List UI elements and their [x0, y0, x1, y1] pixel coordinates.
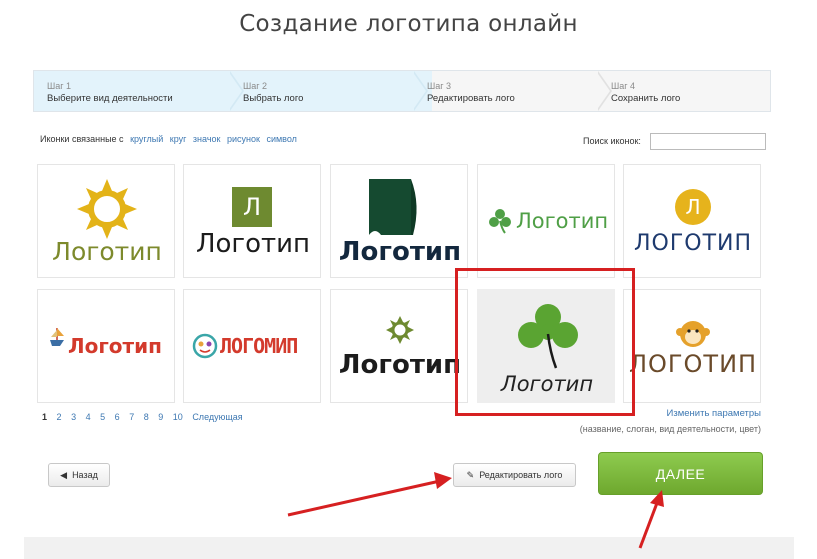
page-title: Создание логотипа онлайн: [239, 11, 578, 37]
change-params-link[interactable]: Изменить параметры: [667, 408, 761, 419]
logo-text: ЛОГОТИП: [628, 350, 758, 378]
logo-tile-3[interactable]: Логотип: [330, 164, 468, 278]
step-3-label: Редактировать лого: [427, 93, 515, 104]
logo-text: Логотип: [68, 334, 162, 358]
filter-tag-badge[interactable]: значок: [193, 134, 221, 144]
step-3[interactable]: Шаг 3 Редактировать лого: [414, 71, 614, 111]
page-next-link[interactable]: Следующая: [192, 412, 242, 422]
arrow-left-icon: ◀: [60, 469, 68, 480]
step-4[interactable]: Шаг 4 Сохранить лого: [598, 71, 770, 111]
page-link[interactable]: 5: [100, 412, 105, 422]
page-current: 1: [42, 412, 48, 422]
icon-search-input[interactable]: [650, 133, 766, 150]
next-button[interactable]: ДАЛЕЕ: [598, 452, 763, 495]
letter-l-circle-icon: Л: [675, 189, 711, 225]
logo-tile-6[interactable]: Логотип: [37, 289, 175, 403]
pencil-icon: ✎: [466, 469, 475, 480]
logo-text: Логотип: [195, 229, 311, 259]
page-link[interactable]: 4: [86, 412, 91, 422]
filter-tag-round[interactable]: круглый: [130, 134, 163, 144]
params-hint: (название, слоган, вид деятельности, цве…: [579, 424, 761, 434]
logo-text: ЛОГОТИП: [633, 231, 753, 256]
pagination: 1 2 3 4 5 6 7 8 9 10 Следующая: [42, 412, 250, 422]
step-divider-arrow: [228, 71, 242, 111]
logo-tile-4[interactable]: Логотип: [477, 164, 615, 278]
step-1-label: Выберите вид деятельности: [47, 93, 173, 104]
page-link[interactable]: 7: [129, 412, 134, 422]
step-4-label: Сохранить лого: [611, 93, 681, 104]
edit-logo-button[interactable]: ✎ Редактировать лого: [453, 463, 576, 487]
step-1-number: Шаг 1: [47, 81, 72, 91]
page-link[interactable]: 6: [115, 412, 120, 422]
step-progress-bar: Шаг 1 Выберите вид деятельности Шаг 2 Вы…: [33, 70, 771, 112]
logo-tile-5[interactable]: Л ЛОГОТИП: [623, 164, 761, 278]
icon-filter: Иконки связанные с круглый круг значок р…: [40, 134, 297, 144]
logo-tile-7[interactable]: ЛОГОМИП: [183, 289, 321, 403]
page-link[interactable]: 3: [71, 412, 76, 422]
step-2[interactable]: Шаг 2 Выбрать лого: [230, 71, 432, 111]
step-2-number: Шаг 2: [243, 81, 268, 91]
page-link[interactable]: 8: [144, 412, 149, 422]
step-4-number: Шаг 4: [611, 81, 636, 91]
monkey-icon: [676, 321, 710, 347]
step-divider-arrow: [596, 71, 610, 111]
back-button-label: Назад: [72, 470, 98, 480]
step-3-number: Шаг 3: [427, 81, 452, 91]
filter-tag-circle[interactable]: круг: [170, 134, 187, 144]
annotation-arrow-edit: [287, 472, 452, 517]
logo-text: Логотип: [516, 209, 609, 233]
page-link[interactable]: 10: [173, 412, 183, 422]
back-button[interactable]: ◀ Назад: [48, 463, 110, 487]
page-link[interactable]: 2: [57, 412, 62, 422]
letter-l-square-icon: Л: [232, 187, 272, 227]
logo-text: Логотип: [52, 237, 162, 266]
step-2-label: Выбрать лого: [243, 93, 304, 104]
logo-text: Логотип: [338, 237, 462, 267]
edit-logo-button-label: Редактировать лого: [479, 470, 563, 480]
page-link[interactable]: 9: [158, 412, 163, 422]
logo-tile-8[interactable]: Логотип: [330, 289, 468, 403]
logo-tile-1[interactable]: Логотип: [37, 164, 175, 278]
icon-search-label: Поиск иконок:: [583, 136, 641, 146]
filter-tag-picture[interactable]: рисунок: [227, 134, 260, 144]
gear-icon: [386, 316, 414, 344]
logo-text: ЛОГОМИП: [220, 334, 298, 358]
step-divider-arrow: [412, 71, 426, 111]
logo-text: Логотип: [338, 350, 462, 380]
step-1[interactable]: Шаг 1 Выберите вид деятельности: [34, 71, 244, 111]
filter-label: Иконки связанные с: [40, 134, 124, 144]
footer-bar: [24, 537, 794, 559]
logo-tile-2[interactable]: Л Логотип: [183, 164, 321, 278]
filter-tag-symbol[interactable]: символ: [266, 134, 296, 144]
selection-highlight-frame: [455, 268, 635, 416]
logo-tile-10[interactable]: ЛОГОТИП: [623, 289, 761, 403]
